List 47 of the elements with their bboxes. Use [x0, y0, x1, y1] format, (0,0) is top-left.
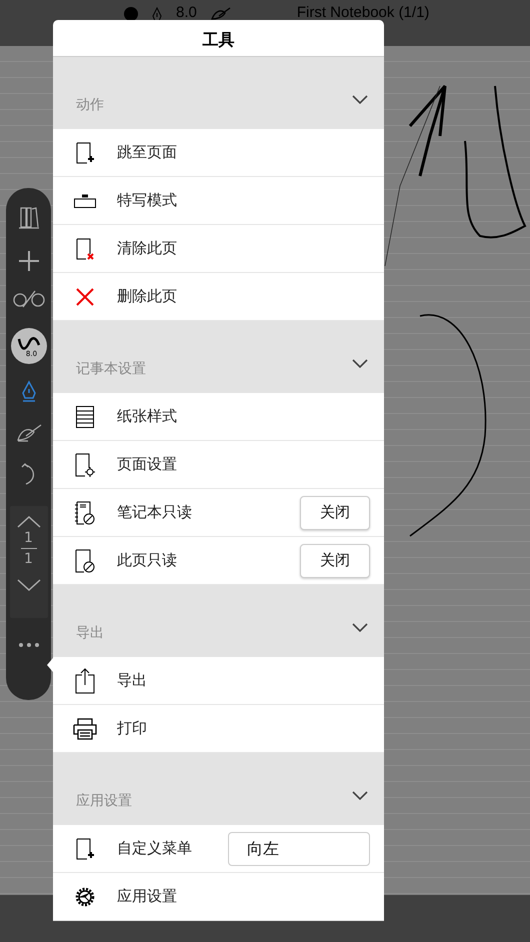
item-label: 应用设置 [117, 887, 178, 906]
item-label: 导出 [117, 671, 148, 690]
up-icon[interactable] [16, 516, 40, 528]
item-label: 打印 [117, 719, 148, 738]
delete-icon [75, 286, 95, 306]
pen-size: 8.0 [176, 4, 197, 22]
section-title: 应用设置 [76, 792, 132, 810]
add-icon[interactable] [18, 250, 40, 272]
more-icon[interactable] [18, 642, 40, 648]
pen-icon[interactable] [152, 7, 162, 23]
share-icon [75, 668, 95, 694]
wave-icon [16, 334, 40, 350]
page-lock-icon [75, 548, 95, 572]
undo-icon[interactable] [20, 462, 36, 486]
hand-pen-icon[interactable] [16, 424, 42, 442]
item-label: 纸张样式 [117, 407, 178, 426]
dot-icon[interactable] [124, 7, 138, 21]
notebook-title: First Notebook (1/1) [296, 4, 430, 22]
library-icon[interactable] [18, 206, 40, 230]
page-gear-icon [75, 452, 95, 476]
page-plus-icon [76, 838, 94, 860]
printer-icon [73, 718, 97, 740]
notebook-icon [75, 500, 95, 524]
item-label: 特写模式 [117, 191, 178, 210]
section-title: 记事本设置 [76, 360, 146, 378]
page-clear-icon [76, 238, 94, 260]
section-title: 导出 [76, 624, 104, 642]
item-label: 此页只读 [117, 551, 178, 570]
menu-direction-field[interactable]: 向左 [228, 832, 370, 866]
glasses-icon[interactable] [12, 290, 44, 308]
toggle-button[interactable]: 关闭 [300, 496, 370, 530]
hand-pen-icon[interactable] [210, 7, 231, 21]
lined-paper-icon [76, 406, 94, 428]
section-title: 动作 [76, 96, 104, 114]
item-label: 笔记本只读 [117, 503, 193, 522]
closeup-icon [74, 194, 96, 208]
item-label: 页面设置 [117, 455, 178, 474]
down-icon[interactable] [16, 579, 40, 591]
item-label: 清除此页 [117, 239, 178, 258]
item-label: 自定义菜单 [117, 839, 193, 858]
page-current: 1 [24, 530, 33, 546]
page-total: 1 [24, 551, 33, 567]
toggle-button[interactable]: 关闭 [300, 544, 370, 578]
page-plus-icon [76, 142, 94, 164]
pointer-icon [47, 658, 53, 672]
item-label: 删除此页 [117, 287, 178, 306]
item-label: 跳至页面 [117, 143, 178, 162]
